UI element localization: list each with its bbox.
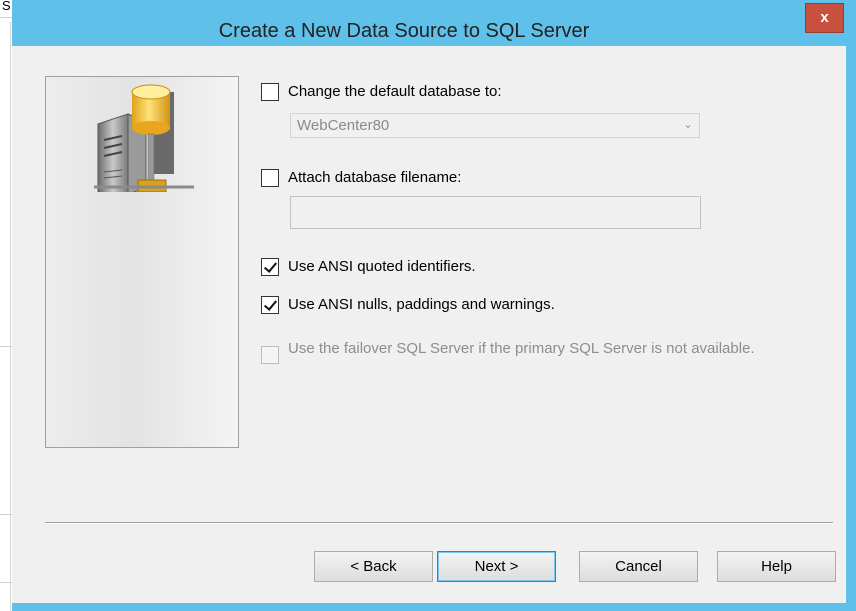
ansi-nulls-checkbox[interactable] (261, 296, 279, 314)
back-button[interactable]: < Back (314, 551, 433, 582)
dialog-title: Create a New Data Source to SQL Server (218, 20, 590, 42)
attach-database-label: Attach database filename: (288, 169, 462, 186)
title-bar[interactable]: Create a New Data Source to SQL Server x (12, 0, 856, 42)
button-separator-highlight (45, 523, 833, 524)
failover-server-label: Use the failover SQL Server if the prima… (288, 340, 755, 357)
ansi-quoted-identifiers-checkbox[interactable] (261, 258, 279, 276)
cancel-button[interactable]: Cancel (579, 551, 698, 582)
chevron-down-icon: ⌄ (682, 117, 693, 131)
next-button[interactable]: Next > (437, 551, 556, 582)
default-database-select: WebCenter80 ⌄ (290, 113, 700, 138)
background-desktop: S (0, 0, 12, 611)
ansi-quoted-identifiers-label: Use ANSI quoted identifiers. (288, 258, 476, 275)
help-button[interactable]: Help (717, 551, 836, 582)
change-default-database-label: Change the default database to: (288, 83, 502, 100)
dialog-window: Create a New Data Source to SQL Server x (12, 0, 856, 611)
database-server-icon (94, 84, 194, 192)
attach-database-filename-input (290, 196, 701, 229)
dialog-client-area: Change the default database to: WebCente… (12, 46, 846, 603)
close-button[interactable]: x (805, 3, 844, 33)
background-text-fragment: S (2, 0, 11, 13)
change-default-database-checkbox[interactable] (261, 83, 279, 101)
background-divider (10, 22, 11, 611)
attach-database-checkbox[interactable] (261, 169, 279, 187)
failover-server-checkbox (261, 346, 279, 364)
ansi-nulls-label: Use ANSI nulls, paddings and warnings. (288, 296, 555, 313)
default-database-value: WebCenter80 (297, 117, 390, 134)
background-divider (0, 17, 12, 18)
wizard-side-panel (45, 76, 239, 448)
